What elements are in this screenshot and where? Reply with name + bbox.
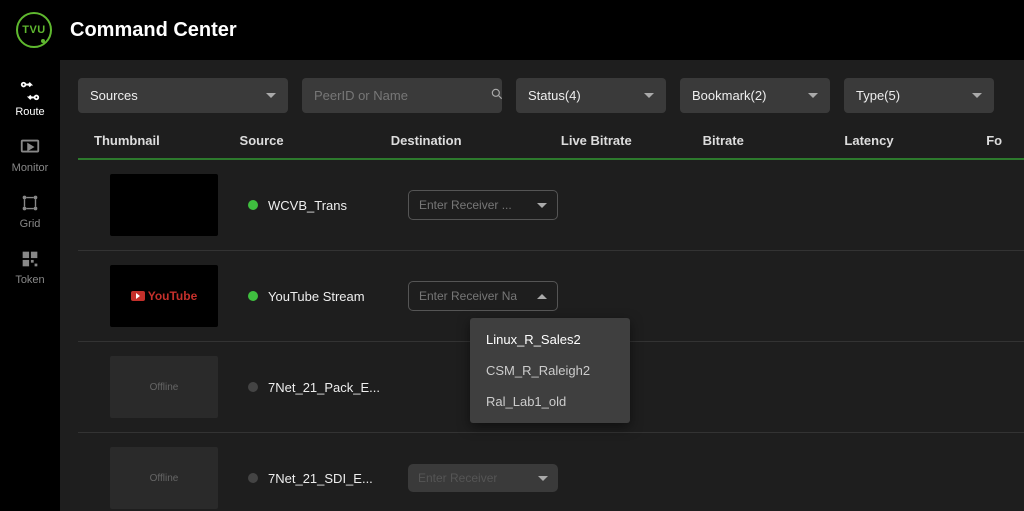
bookmark-label: Bookmark(2) bbox=[692, 88, 766, 103]
header-bitrate: Bitrate bbox=[703, 133, 845, 148]
sidebar-item-monitor[interactable]: Monitor bbox=[0, 126, 60, 182]
status-select[interactable]: Status(4) bbox=[516, 78, 666, 113]
chevron-down-icon bbox=[972, 93, 982, 98]
filter-bar: Sources Status(4) Bookmark(2) Type(5) bbox=[78, 78, 1024, 113]
dropdown-item[interactable]: Ral_Lab1_old bbox=[470, 386, 630, 417]
dropdown-item[interactable]: Linux_R_Sales2 bbox=[470, 324, 630, 355]
header-destination: Destination bbox=[391, 133, 561, 148]
destination-placeholder: Enter Receiver ... bbox=[419, 198, 512, 212]
status-dot-online bbox=[248, 200, 258, 210]
table-header: Thumbnail Source Destination Live Bitrat… bbox=[78, 133, 1024, 160]
source-name: 7Net_21_Pack_E... bbox=[268, 380, 380, 395]
destination-placeholder: Enter Receiver bbox=[418, 471, 497, 485]
destination-dropdown: Linux_R_Sales2 CSM_R_Raleigh2 Ral_Lab1_o… bbox=[470, 318, 630, 423]
grid-icon bbox=[19, 192, 41, 214]
status-dot-offline bbox=[248, 382, 258, 392]
chevron-up-icon bbox=[537, 294, 547, 299]
app-title: Command Center bbox=[70, 19, 237, 42]
thumbnail-youtube: YouTube bbox=[110, 265, 218, 327]
logo-text: TVU bbox=[22, 24, 46, 36]
search-input[interactable] bbox=[314, 88, 490, 103]
header-latency: Latency bbox=[844, 133, 986, 148]
type-label: Type(5) bbox=[856, 88, 900, 103]
token-icon bbox=[19, 248, 41, 270]
table-row: Offline 7Net_21_SDI_E... Enter Receiver bbox=[78, 433, 1024, 511]
chevron-down-icon bbox=[537, 203, 547, 208]
destination-select[interactable]: Enter Receiver ... bbox=[408, 190, 558, 220]
bookmark-select[interactable]: Bookmark(2) bbox=[680, 78, 830, 113]
chevron-down-icon bbox=[644, 93, 654, 98]
logo-dot bbox=[41, 39, 45, 43]
source-name: YouTube Stream bbox=[268, 289, 365, 304]
header-format: Fo bbox=[986, 133, 1024, 148]
chevron-down-icon bbox=[808, 93, 818, 98]
thumbnail-offline: Offline bbox=[110, 356, 218, 418]
dropdown-item[interactable]: CSM_R_Raleigh2 bbox=[470, 355, 630, 386]
status-label: Status(4) bbox=[528, 88, 581, 103]
sidebar-item-label: Route bbox=[15, 106, 44, 118]
youtube-logo: YouTube bbox=[131, 289, 198, 303]
type-select[interactable]: Type(5) bbox=[844, 78, 994, 113]
logo: TVU bbox=[16, 12, 52, 48]
thumbnail bbox=[110, 174, 218, 236]
table-row: WCVB_Trans Enter Receiver ... bbox=[78, 160, 1024, 251]
main-panel: Sources Status(4) Bookmark(2) Type(5) bbox=[60, 60, 1024, 511]
sidebar-item-label: Grid bbox=[20, 218, 41, 230]
header-source: Source bbox=[240, 133, 391, 148]
topbar: TVU Command Center bbox=[0, 0, 1024, 60]
sidebar-item-label: Monitor bbox=[12, 162, 49, 174]
sidebar: Route Monitor Grid Token bbox=[0, 60, 60, 511]
monitor-icon bbox=[19, 136, 41, 158]
sidebar-item-route[interactable]: Route bbox=[0, 70, 60, 126]
destination-placeholder: Enter Receiver Na bbox=[419, 289, 517, 303]
route-icon bbox=[19, 80, 41, 102]
search-icon bbox=[490, 87, 504, 104]
status-dot-offline bbox=[248, 473, 258, 483]
sidebar-item-token[interactable]: Token bbox=[0, 238, 60, 294]
chevron-down-icon bbox=[266, 93, 276, 98]
status-dot-online bbox=[248, 291, 258, 301]
destination-select[interactable]: Enter Receiver bbox=[408, 464, 558, 492]
sources-label: Sources bbox=[90, 88, 138, 103]
chevron-down-icon bbox=[538, 476, 548, 481]
thumbnail-offline: Offline bbox=[110, 447, 218, 509]
header-live-bitrate: Live Bitrate bbox=[561, 133, 703, 148]
sidebar-item-label: Token bbox=[15, 274, 44, 286]
header-thumbnail: Thumbnail bbox=[78, 133, 240, 148]
destination-select[interactable]: Enter Receiver Na bbox=[408, 281, 558, 311]
search-box[interactable] bbox=[302, 78, 502, 113]
source-name: WCVB_Trans bbox=[268, 198, 347, 213]
sources-select[interactable]: Sources bbox=[78, 78, 288, 113]
source-name: 7Net_21_SDI_E... bbox=[268, 471, 373, 486]
sidebar-item-grid[interactable]: Grid bbox=[0, 182, 60, 238]
